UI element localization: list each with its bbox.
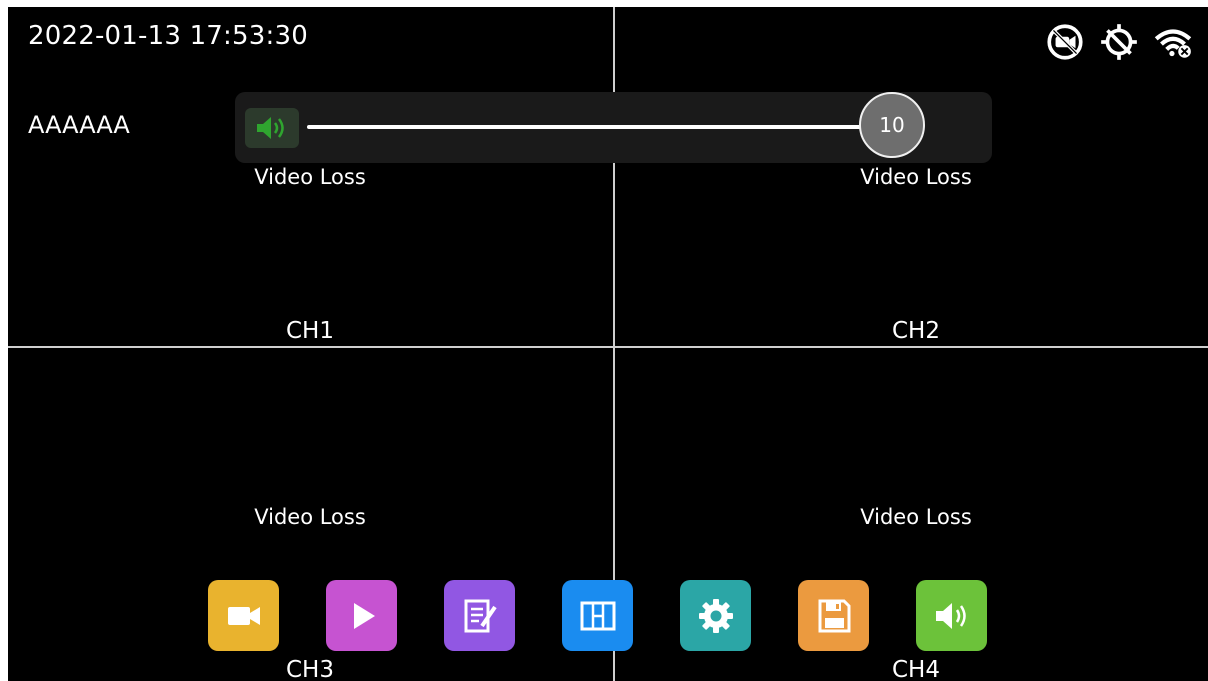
bottom-toolbar [208,580,987,651]
volume-knob[interactable]: 10 [859,92,925,158]
volume-icon [935,602,966,629]
channel-label-ch4: CH4 [892,657,940,681]
no-gps-icon [1101,24,1137,60]
volume-slider-panel[interactable]: 10 [235,92,992,163]
split-view-button[interactable] [562,580,633,651]
video-loss-ch3: Video Loss [254,505,366,529]
dvr-screen: 2022-01-13 17:53:30 AAAAAA 10 Video Loss… [8,7,1208,681]
datetime-display: 2022-01-13 17:53:30 [28,21,308,51]
settings-button[interactable] [680,580,751,651]
video-loss-ch4: Video Loss [860,505,972,529]
edit-button[interactable] [444,580,515,651]
split-view-icon [580,601,615,630]
camera-name: AAAAAA [28,111,130,139]
no-camera-icon [1047,24,1083,60]
save-button[interactable] [798,580,869,651]
video-loss-ch2: Video Loss [860,165,972,189]
playback-button[interactable] [326,580,397,651]
channel-label-ch2: CH2 [892,318,940,344]
volume-button[interactable] [916,580,987,651]
record-button[interactable] [208,580,279,651]
record-icon [227,606,260,625]
volume-track[interactable] [307,125,897,129]
grid-divider-horizontal [8,346,1208,348]
settings-icon [698,598,733,633]
save-icon [818,599,850,632]
speaker-icon[interactable] [245,108,299,148]
video-loss-ch1: Video Loss [254,165,366,189]
channel-label-ch3: CH3 [286,657,334,681]
playback-icon [353,602,375,629]
edit-icon [464,599,497,632]
wifi-disconnected-icon [1154,29,1192,58]
status-icons [1044,21,1194,63]
channel-label-ch1: CH1 [286,318,334,344]
